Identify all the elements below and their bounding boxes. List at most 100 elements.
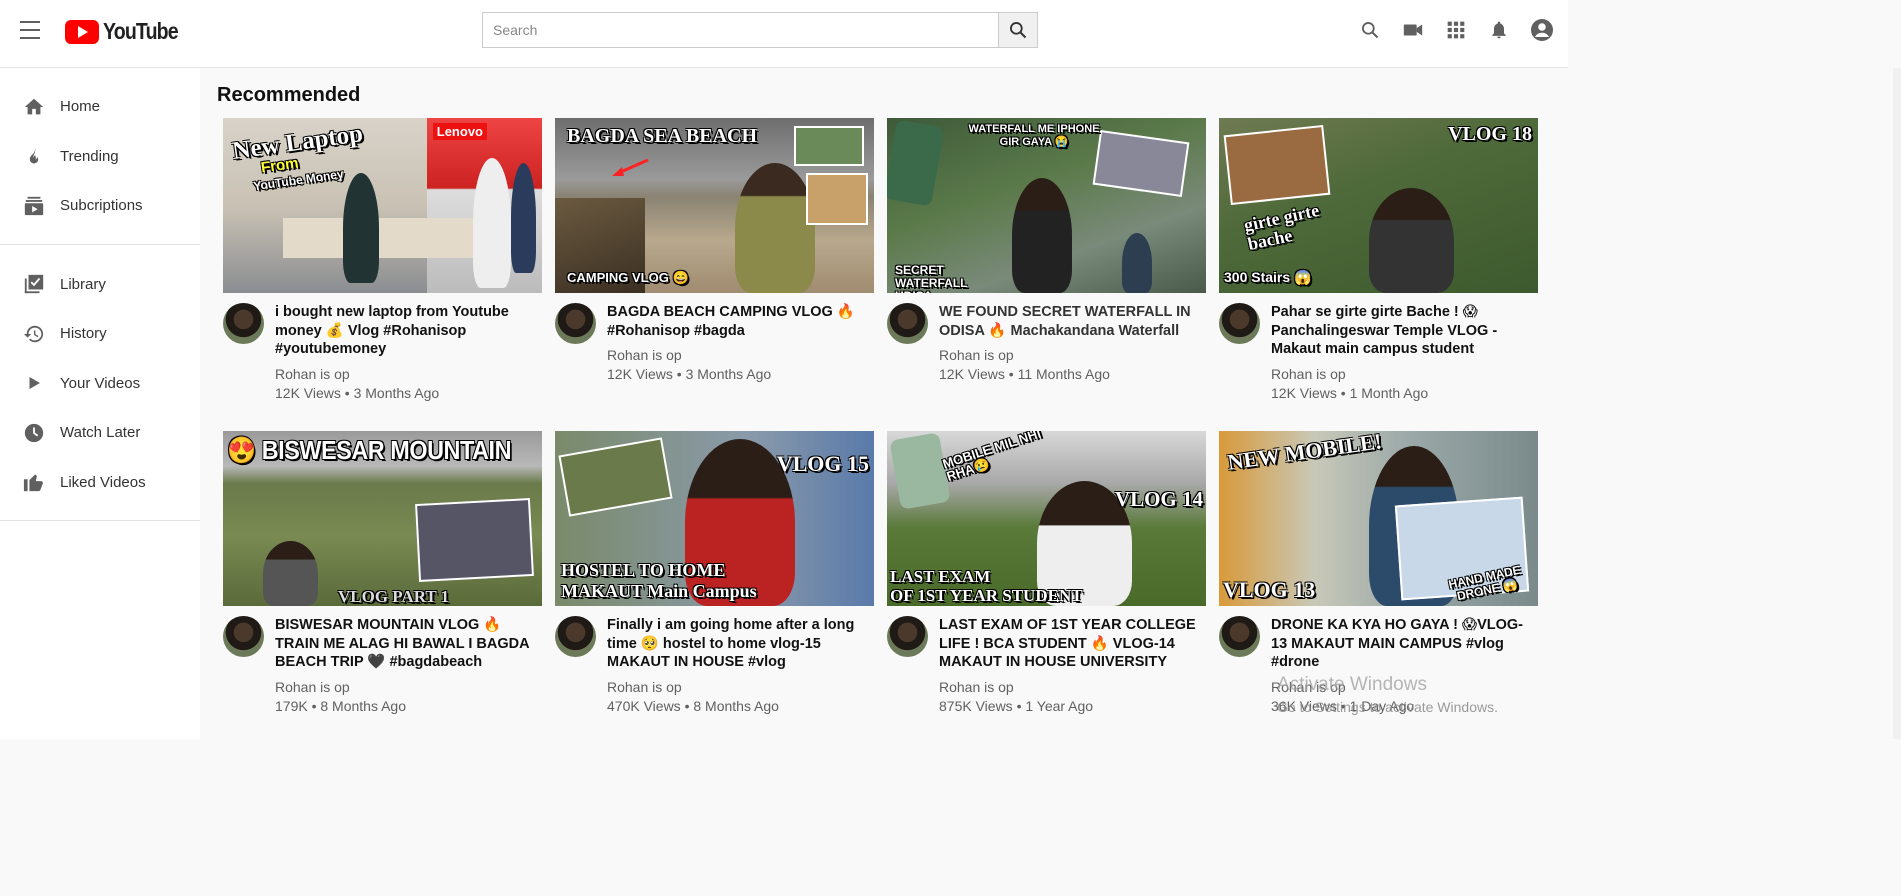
video-card[interactable]: WATERFALL ME IPHONE GIR GAYA 😭 SECRET WA…	[887, 118, 1206, 431]
top-bar: YouTube	[0, 0, 1568, 68]
avatar[interactable]	[223, 616, 264, 657]
video-thumbnail[interactable]: New Laptop From YouTube Money Lenovo	[223, 118, 542, 293]
channel-name[interactable]: Rohan is op	[939, 679, 1206, 695]
thumbnail-text: MAKAUT Main Campus	[561, 581, 757, 601]
play-icon	[22, 371, 46, 395]
sidebar-item-liked-videos[interactable]: Liked Videos	[0, 458, 200, 508]
account-icon[interactable]	[1530, 18, 1554, 42]
video-camera-icon[interactable]	[1401, 18, 1425, 42]
search-input[interactable]	[482, 12, 998, 48]
search-icon[interactable]	[1358, 18, 1382, 42]
youtube-logo[interactable]: YouTube	[65, 18, 191, 45]
thumbnail-text: VLOG 13	[1223, 577, 1316, 602]
channel-name[interactable]: Rohan is op	[607, 347, 874, 363]
thumbnail-text: HOSTEL TO HOME	[561, 560, 726, 580]
video-card[interactable]: VLOG 15 HOSTEL TO HOME MAKAUT Main Campu…	[555, 431, 874, 744]
sidebar-item-label: Watch Later	[60, 424, 141, 442]
avatar[interactable]	[1219, 616, 1260, 657]
header-actions	[1358, 18, 1554, 42]
sidebar-secondary: Library History Your Videos Watch Later …	[0, 245, 200, 521]
video-thumbnail[interactable]: NEW MOBILE! VLOG 13 HAND MADE DRONE 😱	[1219, 431, 1538, 606]
flame-icon	[22, 144, 46, 168]
video-stats: 12K Views • 11 Months Ago	[939, 366, 1110, 382]
video-title[interactable]: WE FOUND SECRET WATERFALL IN ODISA 🔥 Mac…	[939, 303, 1206, 340]
video-title[interactable]: DRONE KA KYA HO GAYA ! 😱VLOG-13 MAKAUT M…	[1271, 616, 1538, 672]
library-icon	[22, 272, 46, 296]
sidebar-primary: Home Trending Subcriptions	[0, 68, 200, 245]
history-icon	[22, 322, 46, 346]
page-scrollbar[interactable]	[1893, 68, 1901, 739]
thumbnail-text: MOBILE MIL NHI RHA😢	[940, 431, 1043, 484]
video-meta: LAST EXAM OF 1ST YEAR COLLEGE LIFE ! BCA…	[887, 616, 1206, 714]
video-meta: Finally i am going home after a long tim…	[555, 616, 874, 714]
bell-icon[interactable]	[1487, 18, 1511, 42]
avatar[interactable]	[1219, 303, 1260, 344]
video-title[interactable]: LAST EXAM OF 1ST YEAR COLLEGE LIFE ! BCA…	[939, 616, 1206, 672]
sidebar-item-trending[interactable]: Trending	[0, 132, 200, 182]
video-title[interactable]: BAGDA BEACH CAMPING VLOG 🔥 #Rohanisop #b…	[607, 303, 874, 340]
thumbnail-text: OF 1ST YEAR STUDENT	[890, 586, 1083, 605]
thumbnail-text: WATERFALL ME IPHONE GIR GAYA 😭	[968, 123, 1100, 148]
video-thumbnail[interactable]: VLOG 15 HOSTEL TO HOME MAKAUT Main Campu…	[555, 431, 874, 606]
video-stats: 12K Views • 1 Month Ago	[1271, 384, 1429, 401]
avatar[interactable]	[887, 616, 928, 657]
video-card[interactable]: MOBILE MIL NHI RHA😢 VLOG 14 LAST EXAM OF…	[887, 431, 1206, 744]
avatar[interactable]	[555, 303, 596, 344]
video-stats: 179K • 8 Months Ago	[275, 697, 406, 714]
apps-grid-icon[interactable]	[1444, 18, 1468, 42]
sidebar-item-subscriptions[interactable]: Subcriptions	[0, 181, 200, 231]
video-title[interactable]: Pahar se girte girte Bache ! 😱 Panchalin…	[1271, 303, 1538, 359]
video-thumbnail[interactable]: WATERFALL ME IPHONE GIR GAYA 😭 SECRET WA…	[887, 118, 1206, 293]
video-title[interactable]: Finally i am going home after a long tim…	[607, 616, 874, 672]
video-card[interactable]: BAGDA SEA BEACH CAMPING VLOG 😄 BAGDA BEA…	[555, 118, 874, 431]
sidebar-item-home[interactable]: Home	[0, 82, 200, 132]
video-card[interactable]: VLOG 18 girte girte bache 300 Stairs 😱 P…	[1219, 118, 1538, 431]
sidebar-item-label: Library	[60, 275, 106, 293]
search-button[interactable]	[998, 12, 1038, 48]
thumbnail-text: 300 Stairs 😱	[1224, 269, 1312, 285]
avatar[interactable]	[223, 303, 264, 344]
video-thumbnail[interactable]: MOBILE MIL NHI RHA😢 VLOG 14 LAST EXAM OF…	[887, 431, 1206, 606]
sidebar-item-label: Home	[60, 98, 101, 116]
activate-windows-hint: Go to Settings to activate Windows.	[1277, 699, 1498, 715]
channel-name[interactable]: Rohan is op	[607, 679, 874, 695]
video-card[interactable]: 😍 BISWESAR MOUNTAIN VLOG PART 1 BISWESAR…	[223, 431, 542, 744]
subscriptions-icon	[22, 194, 46, 218]
hamburger-menu-icon[interactable]	[20, 21, 40, 39]
sidebar-item-history[interactable]: History	[0, 309, 200, 359]
thumbs-up-icon	[22, 470, 46, 494]
video-title[interactable]: i bought new laptop from Youtube money 💰…	[275, 303, 542, 359]
thumbnail-text: VLOG 18	[1448, 123, 1532, 145]
sidebar-item-label: Trending	[60, 147, 119, 165]
youtube-play-icon	[65, 19, 99, 44]
video-thumbnail[interactable]: VLOG 18 girte girte bache 300 Stairs 😱	[1219, 118, 1538, 293]
video-meta: Pahar se girte girte Bache ! 😱 Panchalin…	[1219, 303, 1538, 401]
video-thumbnail[interactable]: BAGDA SEA BEACH CAMPING VLOG 😄	[555, 118, 874, 293]
video-card[interactable]: NEW MOBILE! VLOG 13 HAND MADE DRONE 😱 DR…	[1219, 431, 1538, 744]
video-title[interactable]: BISWESAR MOUNTAIN VLOG 🔥 TRAIN ME ALAG H…	[275, 616, 542, 672]
search-bar	[482, 12, 1038, 48]
sidebar-item-watch-later[interactable]: Watch Later	[0, 408, 200, 458]
avatar[interactable]	[555, 616, 596, 657]
video-stats: 12K Views • 3 Months Ago	[275, 384, 440, 401]
sidebar-item-your-videos[interactable]: Your Videos	[0, 359, 200, 409]
home-icon	[22, 95, 46, 119]
arrow-icon	[612, 158, 649, 176]
thumbnail-text: CAMPING VLOG 😄	[567, 270, 689, 285]
channel-name[interactable]: Rohan is op	[939, 347, 1206, 363]
video-thumbnail[interactable]: 😍 BISWESAR MOUNTAIN VLOG PART 1	[223, 431, 542, 606]
sidebar-item-library[interactable]: Library	[0, 260, 200, 310]
video-meta: i bought new laptop from Youtube money 💰…	[223, 303, 542, 401]
channel-name[interactable]: Rohan is op	[275, 679, 542, 695]
avatar[interactable]	[887, 303, 928, 344]
video-meta: BAGDA BEACH CAMPING VLOG 🔥 #Rohanisop #b…	[555, 303, 874, 382]
thumbnail-text: VLOG 14	[1114, 487, 1203, 511]
video-card[interactable]: New Laptop From YouTube Money Lenovo i b…	[223, 118, 542, 431]
video-grid: New Laptop From YouTube Money Lenovo i b…	[223, 118, 1538, 744]
channel-name[interactable]: Rohan is op	[275, 366, 542, 382]
thumbnail-text: VLOG 15	[776, 451, 869, 476]
thumbnail-text: BAGDA SEA BEACH	[567, 125, 758, 147]
channel-name[interactable]: Rohan is op	[1271, 366, 1538, 382]
clock-icon	[22, 421, 46, 445]
thumbnail-text: 😍 BISWESAR MOUNTAIN	[227, 435, 512, 465]
